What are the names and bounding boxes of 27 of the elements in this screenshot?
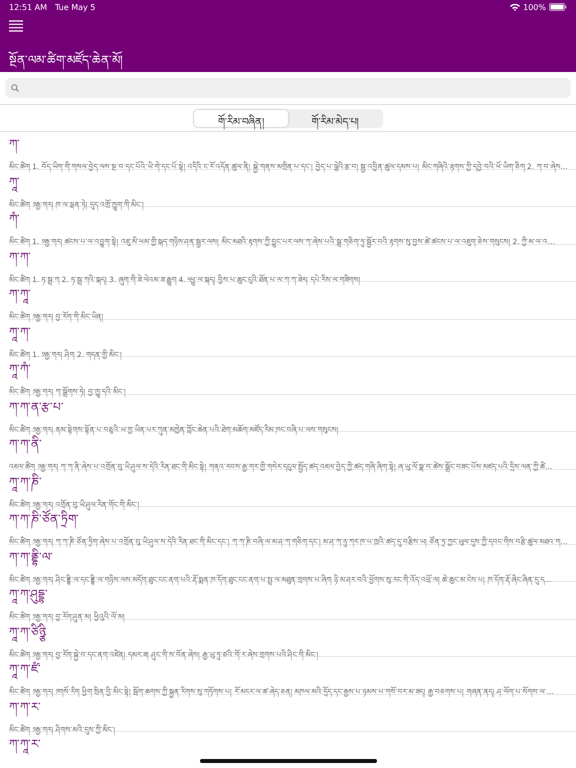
entry-headword[interactable]: ཀ་ཀཱ་ར་ (9, 735, 41, 754)
status-time: 12:51 AM (9, 2, 47, 12)
entry-headword[interactable]: ཀཾ་ (9, 210, 20, 229)
menu-icon[interactable] (9, 20, 23, 32)
entry-headword[interactable]: ཀཱ་ཀཾ་ (9, 360, 31, 379)
entry-headword[interactable]: ཀ་ཀ་ར་ (9, 698, 41, 716)
entry-headword[interactable]: ཀ་ཀ་ (9, 248, 31, 266)
entry-headword[interactable]: ཀཱ་ཀ་ (9, 322, 31, 342)
status-date: Tue May 5 (54, 2, 96, 12)
entry-headword[interactable]: ཀ་ (9, 135, 20, 154)
search-field[interactable] (5, 78, 571, 98)
app-title: སྔོན་ལམ་ཚིག་མཛོད་ཆེན་མོ། (9, 46, 123, 80)
entry-headword[interactable]: ཀཱ་ (9, 172, 20, 192)
entry-headword[interactable]: ཀ་ཀ་ནི་ (9, 435, 42, 454)
battery-icon (549, 3, 567, 11)
entry-headword[interactable]: ཀ་ཀ་ནྡྷི་ལ་ (9, 548, 53, 566)
search-icon (11, 84, 19, 92)
wifi-icon (510, 3, 520, 11)
segment-tab[interactable]: གོ་རིམ་བཞིན། (194, 110, 288, 127)
entry-headword[interactable]: ཀཱ་ཀ་ཎི་ (9, 472, 42, 492)
entry-headword[interactable]: ཀཱ་ཀ་ཤུདྡྷ་ (9, 585, 48, 604)
entry-headword[interactable]: ཀ་ཀ་ཎི་ཙོན་ཏྲིག་ (9, 510, 79, 529)
battery-percent: 100% (523, 2, 546, 12)
entry-headword[interactable]: ཀཱ་ཀ་ཛཾ་ (9, 660, 41, 679)
entry-headword[interactable]: ཀ་ཀཱ་ (9, 285, 31, 304)
entry-headword[interactable]: ཀ་ཀ་ན་རྩ་པ་ (9, 398, 64, 416)
entry-headword[interactable]: ཀཱ་ཀ་ཙིཉྩི་ (9, 622, 47, 642)
